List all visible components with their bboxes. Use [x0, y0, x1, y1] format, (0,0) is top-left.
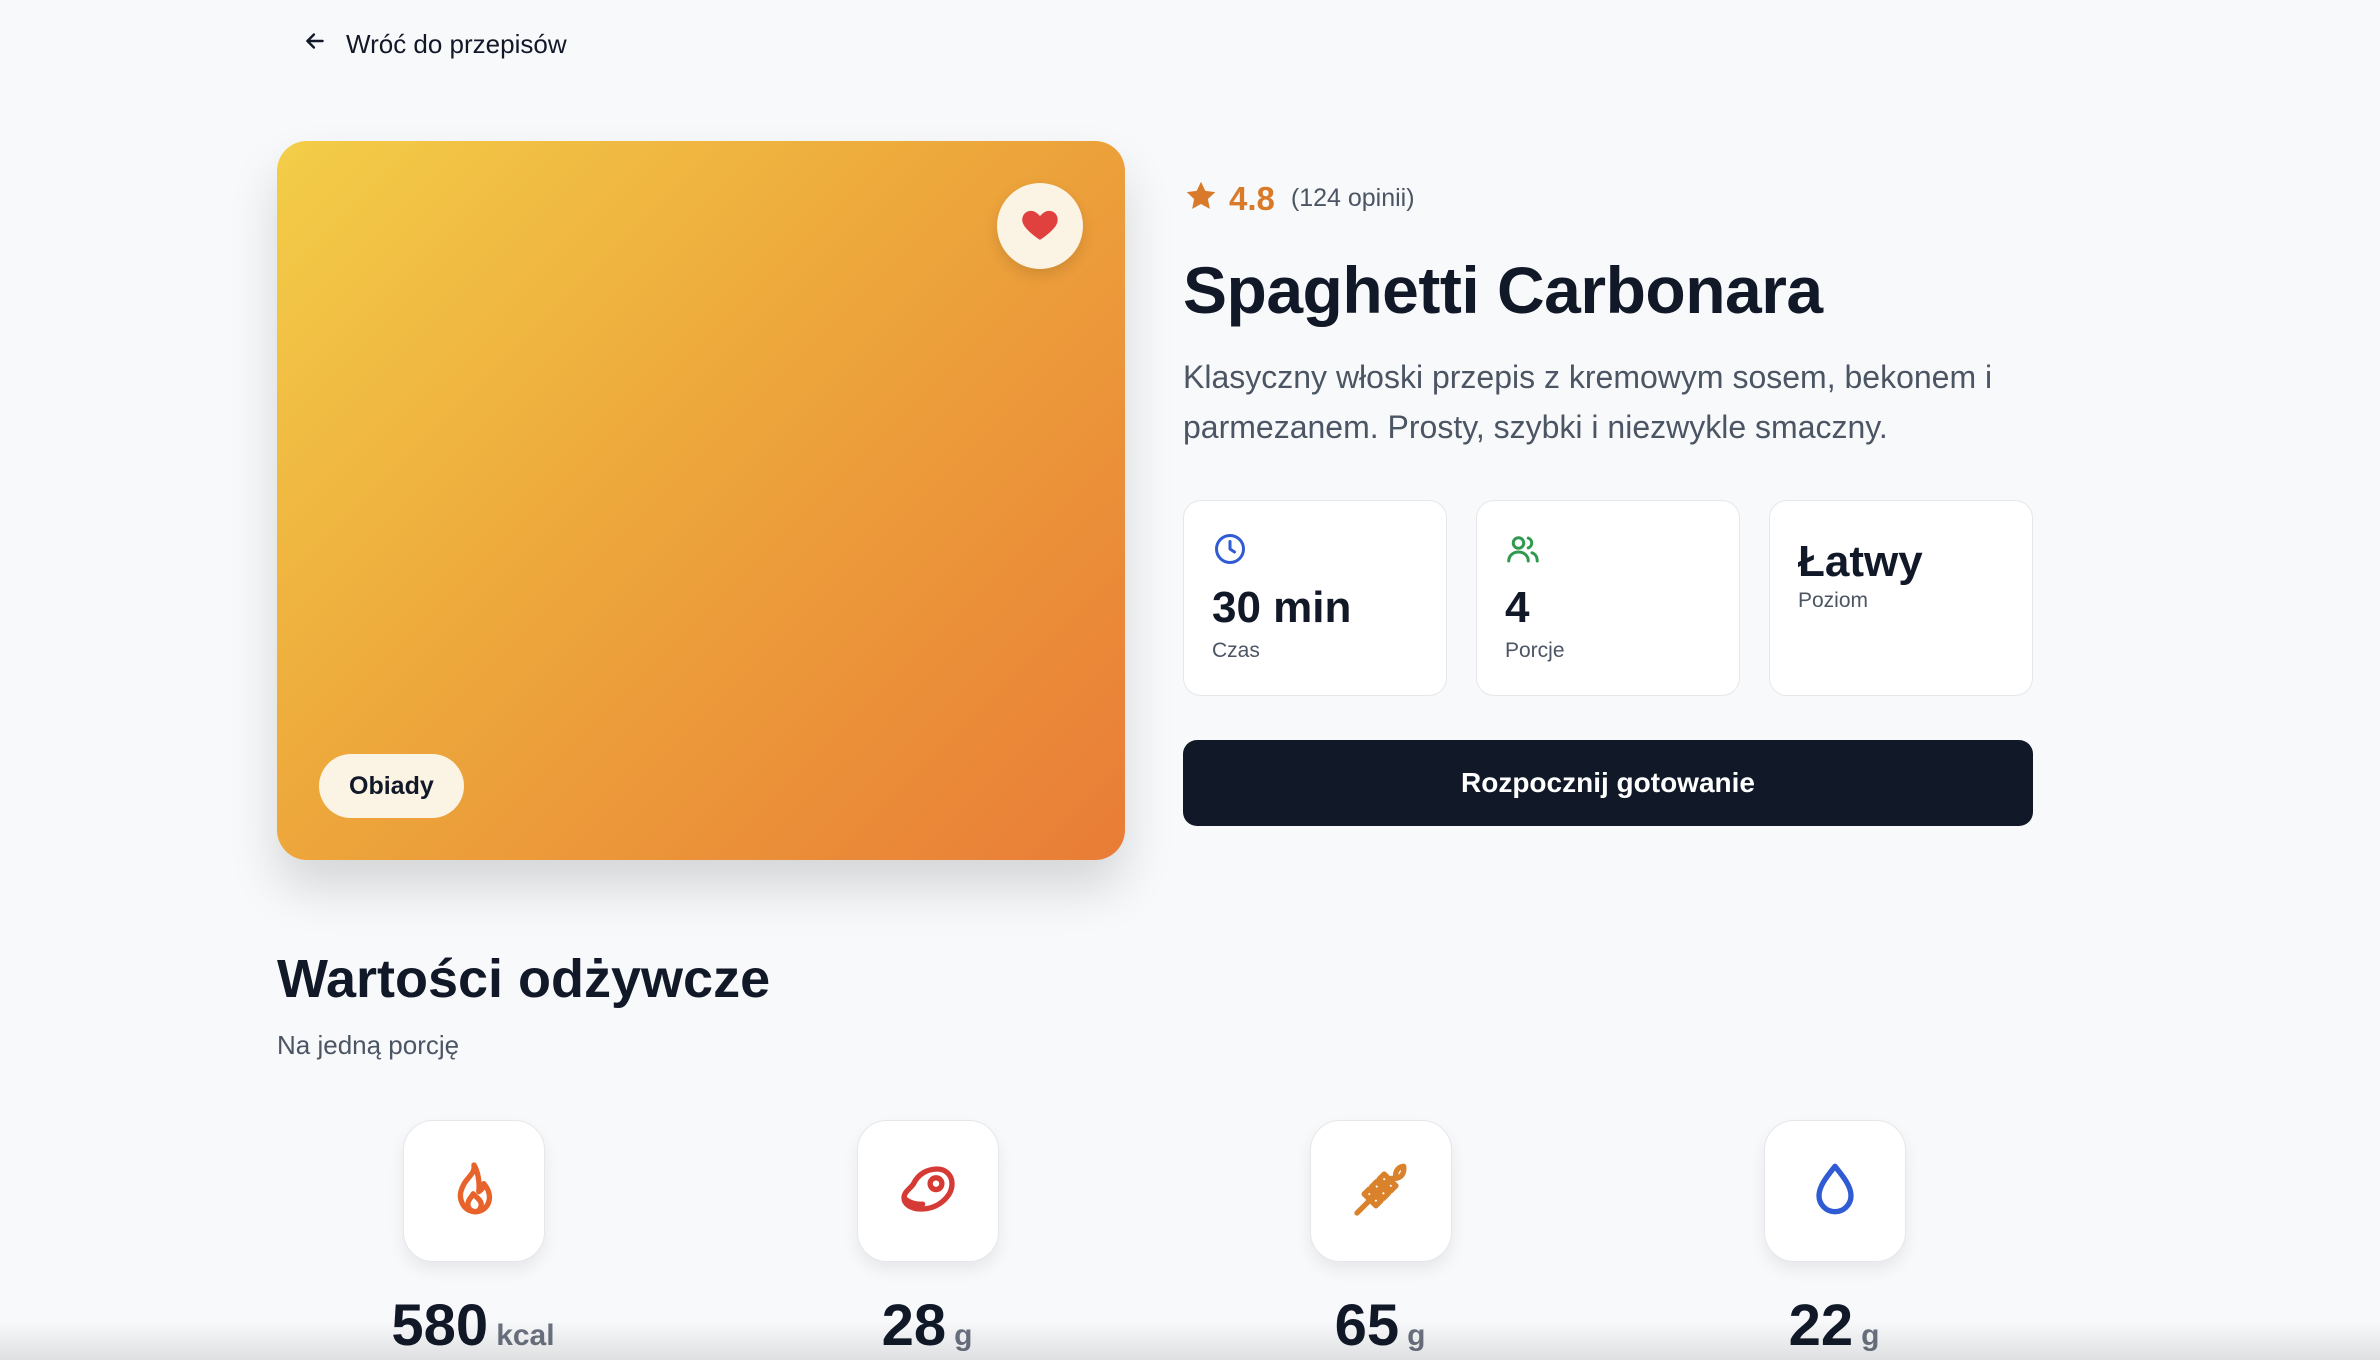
nutrition-calories-value: 580 kcal: [273, 1292, 673, 1359]
arrow-left-icon: [302, 28, 328, 61]
fat-number: 22: [1788, 1293, 1854, 1358]
stat-time-value: 30 min: [1212, 583, 1352, 632]
favorite-button[interactable]: [997, 183, 1083, 269]
nutrition-fat-value: 22 g: [1634, 1292, 2034, 1359]
wheat-icon: [1349, 1157, 1413, 1226]
calories-number: 580: [391, 1293, 489, 1358]
fat-unit: g: [1861, 1319, 1880, 1352]
steak-icon: [896, 1157, 960, 1226]
nutrition-protein: 28 g: [727, 1120, 1127, 1360]
heart-icon: [1019, 203, 1061, 250]
flame-icon: [442, 1157, 506, 1226]
protein-unit: g: [954, 1319, 973, 1352]
nutrition-carbs: 65 g: [1180, 1120, 1580, 1360]
rating-value: 4.8: [1229, 179, 1275, 217]
review-count: (124 opinii): [1290, 184, 1415, 212]
droplet-icon: [1803, 1157, 1867, 1226]
nutrition-carbs-value: 65 g: [1180, 1292, 1580, 1359]
nutrition-fat: 22 g: [1634, 1120, 2034, 1360]
recipe-description: Klasyczny włoski przepis z kremowym sose…: [1183, 359, 1993, 445]
stat-time: 30 min Czas: [1183, 500, 1447, 696]
nutrition-fat-icon-tile: [1764, 1120, 1906, 1262]
start-cooking-button[interactable]: Rozpocznij gotowanie: [1183, 740, 2033, 826]
calories-unit: kcal: [496, 1319, 555, 1352]
stat-time-label: Czas: [1212, 639, 1260, 662]
carbs-unit: g: [1407, 1319, 1426, 1352]
nutrition-protein-icon-tile: [857, 1120, 999, 1262]
recipe-title: Spaghetti Carbonara: [1183, 253, 1823, 327]
stat-servings-label: Porcje: [1505, 639, 1565, 662]
recipe-hero-image: Obiady: [277, 141, 1125, 860]
nutrition-calories-icon-tile: [403, 1120, 545, 1262]
stat-servings: 4 Porcje: [1476, 500, 1740, 696]
nutrition-subtitle: Na jedną porcję: [277, 1030, 460, 1060]
category-badge[interactable]: Obiady: [319, 754, 464, 818]
stat-servings-value: 4: [1505, 583, 1530, 632]
stat-difficulty-value: Łatwy: [1798, 537, 1923, 586]
nutrition-title: Wartości odżywcze: [277, 949, 771, 1009]
star-icon: [1183, 178, 1219, 219]
nutrition-carbs-icon-tile: [1310, 1120, 1452, 1262]
stat-difficulty: Łatwy Poziom: [1769, 500, 2033, 696]
carbs-number: 65: [1334, 1293, 1400, 1358]
nutrition-protein-value: 28 g: [727, 1292, 1127, 1359]
nutrition-calories: 580 kcal: [273, 1120, 673, 1360]
back-link[interactable]: Wróć do przepisów: [302, 28, 567, 61]
back-link-label: Wróć do przepisów: [346, 29, 567, 59]
rating: 4.8 (124 opinii): [1183, 178, 1415, 219]
protein-number: 28: [881, 1293, 947, 1358]
stat-difficulty-label: Poziom: [1798, 589, 1869, 612]
